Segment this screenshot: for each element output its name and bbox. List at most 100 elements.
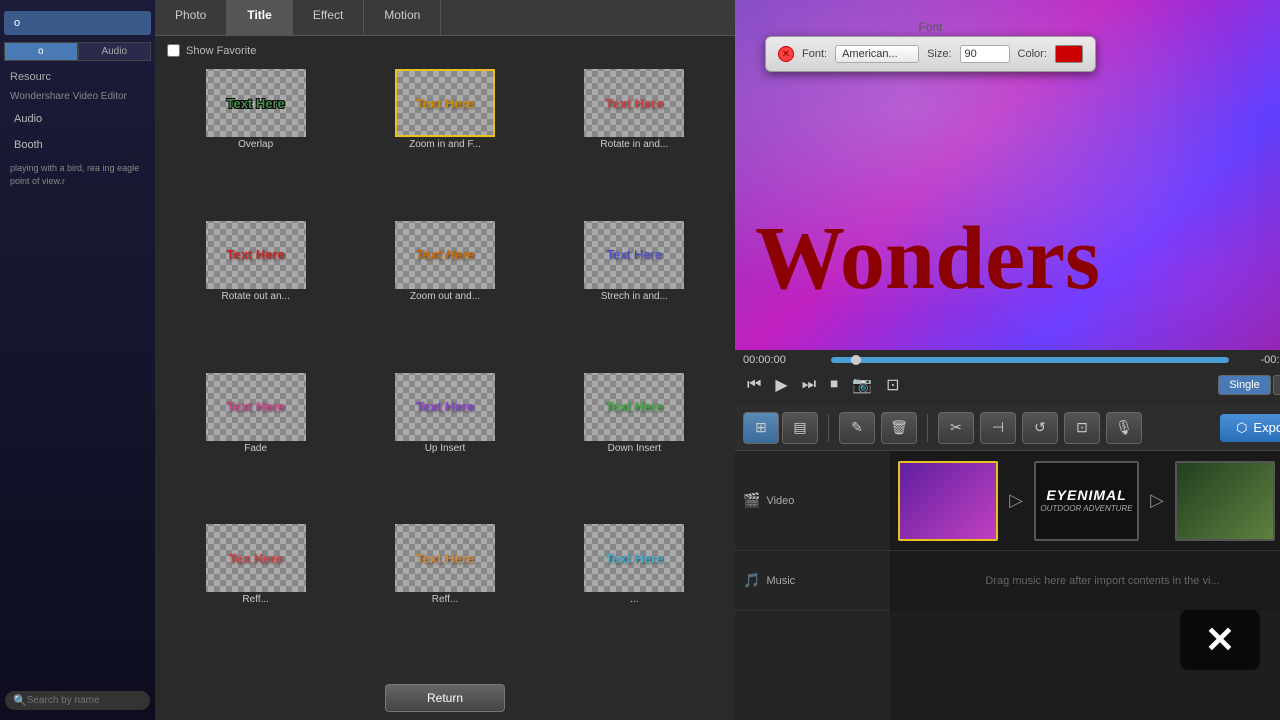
effect-label-4: Zoom out and... [410, 291, 480, 302]
crop-icon: ⊡ [1076, 419, 1088, 436]
effect-item-7[interactable]: Text HereUp Insert [352, 373, 537, 521]
play-button[interactable]: ▶ [771, 373, 791, 397]
effect-text-7: Text Here [416, 399, 474, 414]
effect-item-5[interactable]: Text HereStrech in and... [542, 221, 727, 369]
effect-item-3[interactable]: Text HereRotate out an... [163, 221, 348, 369]
timeline-view-button[interactable]: ▤ [782, 412, 818, 444]
return-button[interactable]: Return [385, 684, 505, 712]
effect-text-4: Text Here [416, 247, 475, 262]
video-track-icon: 🎬 [743, 492, 760, 509]
tracks-area: ▷ EYENIMAL OUTDOOR ADVENTURE ▷ [890, 451, 1280, 720]
rotate-button[interactable]: ↺ [1022, 412, 1058, 444]
effect-text-5: Text Here [606, 247, 662, 262]
split-button[interactable]: ⊣ [980, 412, 1016, 444]
clip-3[interactable] [1175, 461, 1275, 541]
tab-photo[interactable]: Photo [155, 0, 227, 35]
edit-button[interactable]: ✎ [839, 412, 875, 444]
clip-2[interactable]: EYENIMAL OUTDOOR ADVENTURE [1034, 461, 1139, 541]
show-favorite-row: Show Favorite [155, 36, 735, 65]
effect-item-8[interactable]: Text Here Down Insert [542, 373, 727, 521]
preview-area: Wonders Font ✕ Font: American... Size: C… [735, 0, 1280, 350]
search-input[interactable] [27, 695, 142, 706]
playback-bar: 00:00:00 -00:00:05 ⏮ ▶ ⏭ ⏹ 📷 ⊡ Single Al… [735, 350, 1280, 405]
effect-label-8: Down Insert [608, 443, 661, 454]
effect-thumbnail-1: Text Here [395, 69, 495, 137]
audio-button[interactable]: 🎙 [1106, 412, 1142, 444]
effect-thumbnail-2: Text Here [584, 69, 684, 137]
clip-1-thumbnail [900, 463, 996, 539]
stop-button[interactable]: ⏹ [826, 374, 842, 396]
timeline-section: 🎬 Video 🎵 Music ▷ [735, 451, 1280, 720]
sidebar-tabs: o Audio [4, 42, 151, 61]
sidebar-item-0[interactable]: o [4, 11, 151, 35]
video-track: ▷ EYENIMAL OUTDOOR ADVENTURE ▷ [890, 451, 1280, 551]
effect-thumbnail-7: Text Here [395, 373, 495, 441]
font-label: Font: [802, 48, 827, 60]
effect-text-9: Tex Here [229, 551, 283, 566]
effect-thumbnail-9: Tex Here [206, 524, 306, 592]
effect-thumbnail-8: Text Here [584, 373, 684, 441]
effect-thumbnail-11: Text Here [584, 524, 684, 592]
tab-effect[interactable]: Effect [293, 0, 364, 35]
effect-text-11: Text Here [605, 551, 663, 566]
all-button[interactable]: All [1273, 375, 1280, 395]
sidebar-tab-0[interactable]: o [4, 42, 78, 61]
skip-back-button[interactable]: ⏮ [743, 374, 765, 396]
effect-item-11[interactable]: Text Here... [542, 524, 727, 672]
editor-toolbar: ⊞ ▤ ✎ 🗑 ✂ ⊣ [735, 405, 1280, 451]
effect-label-11: ... [630, 594, 638, 605]
font-select[interactable]: American... [835, 45, 919, 63]
snapshot-button[interactable]: 📷 [848, 373, 876, 397]
timeline-thumb[interactable] [851, 355, 861, 365]
music-placeholder-text: Drag music here after import contents in… [898, 575, 1280, 587]
sidebar-tab-audio[interactable]: Audio [78, 42, 152, 61]
delete-button[interactable]: 🗑 [881, 412, 917, 444]
font-dialog-wrapper: Font ✕ Font: American... Size: Color: [765, 20, 1096, 72]
effect-thumbnail-5: Text Here [584, 221, 684, 289]
effect-item-6[interactable]: Text HereFade [163, 373, 348, 521]
show-favorite-checkbox[interactable] [167, 44, 180, 57]
effect-text-1: Text Here [416, 96, 474, 111]
transition-arrow-2[interactable]: ▷ [1143, 487, 1171, 515]
skip-forward-button[interactable]: ⏭ [798, 374, 820, 396]
video-label-text: Video [766, 495, 794, 507]
dialog-close-button[interactable]: ✕ [778, 46, 794, 62]
split-icon: ⊣ [992, 419, 1004, 436]
rotate-icon: ↺ [1034, 419, 1046, 436]
effect-text-0: Text Here [227, 96, 285, 111]
effect-item-4[interactable]: Text Here Zoom out and... [352, 221, 537, 369]
storyboard-view-button[interactable]: ⊞ [743, 412, 779, 444]
single-button[interactable]: Single [1218, 375, 1271, 395]
crop-button[interactable]: ⊡ [1064, 412, 1100, 444]
effect-text-8: Text Here [605, 399, 663, 414]
size-label: Size: [927, 48, 951, 60]
preview-wonders-text: Wonders [755, 207, 1280, 310]
effect-item-2[interactable]: Text HereRotate in and... [542, 69, 727, 217]
timeline-track[interactable] [831, 357, 1229, 363]
center-panel: Photo Title Effect Motion Show Favorite … [155, 0, 735, 720]
sidebar-search[interactable]: 🔍 [5, 691, 150, 710]
export-button[interactable]: ⬡ Export [1220, 414, 1280, 442]
effect-thumbnail-6: Text Here [206, 373, 306, 441]
tab-title[interactable]: Title [227, 0, 292, 35]
size-input[interactable] [960, 45, 1010, 63]
fullscreen-button[interactable]: ⊡ [882, 373, 903, 397]
show-favorite-label: Show Favorite [186, 45, 256, 57]
sidebar-item-2[interactable]: Booth [4, 133, 151, 157]
effect-item-1[interactable]: Text HereZoom in and F... [352, 69, 537, 217]
font-dialog-box: ✕ Font: American... Size: Color: [765, 36, 1096, 72]
cut-button[interactable]: ✂ [938, 412, 974, 444]
clip-1[interactable] [898, 461, 998, 541]
transition-arrow-1[interactable]: ▷ [1002, 487, 1030, 515]
tab-motion[interactable]: Motion [364, 0, 441, 35]
delete-overlay-button[interactable]: ✕ [1180, 610, 1260, 670]
effect-thumbnail-3: Text Here [206, 221, 306, 289]
effect-item-0[interactable]: Text HereOverlap [163, 69, 348, 217]
music-label-text: Music [766, 575, 795, 587]
color-swatch[interactable] [1055, 45, 1083, 63]
effect-item-10[interactable]: Text HereReff... [352, 524, 537, 672]
sidebar-text-block: playing with a bird, rea ing eagle point… [0, 158, 155, 191]
search-icon: 🔍 [13, 694, 27, 707]
effect-item-9[interactable]: Tex HereReff... [163, 524, 348, 672]
sidebar-item-1[interactable]: Audio [4, 107, 151, 131]
